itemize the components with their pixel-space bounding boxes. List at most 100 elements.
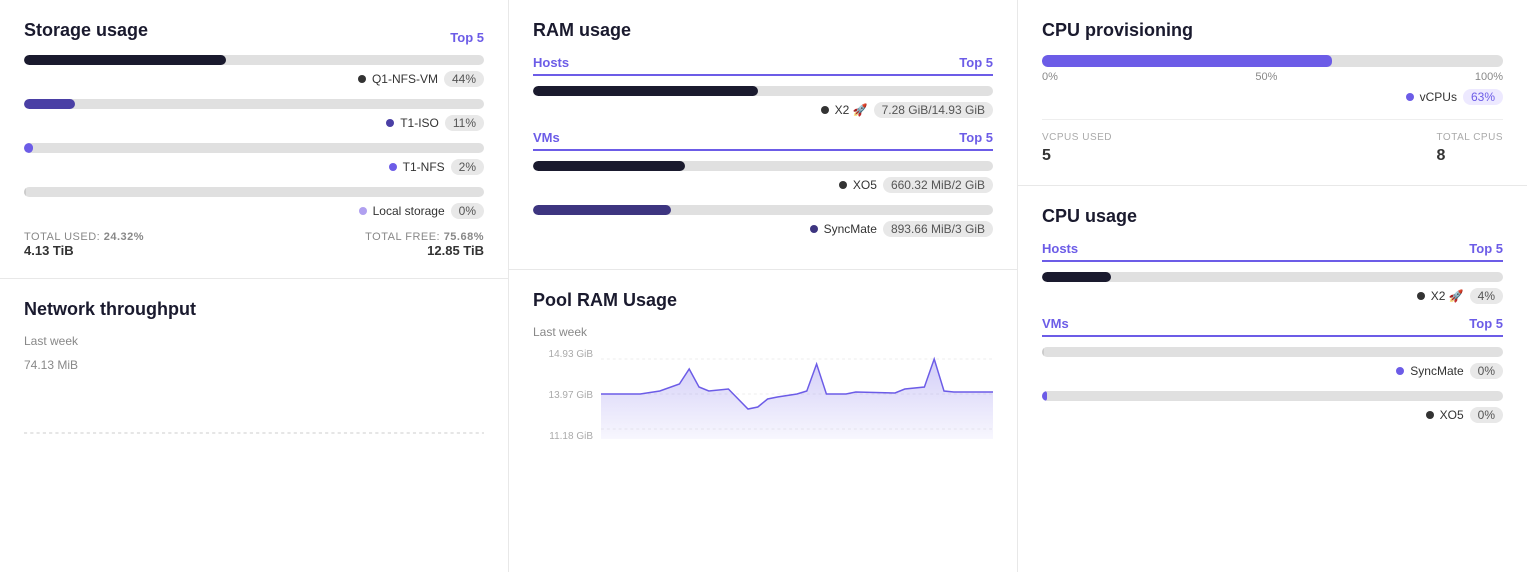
total-cpus-val: 8 (1437, 147, 1504, 165)
cpu-host-dot-1 (1417, 292, 1425, 300)
storage-bar-fill-1 (24, 55, 226, 65)
vcpu-dot (1406, 93, 1414, 101)
storage-label-4: Local storage 0% (24, 203, 484, 219)
storage-dot-3 (389, 163, 397, 171)
cpu-host-val-1: 4% (1470, 288, 1503, 304)
storage-label-1: Q1-NFS-VM 44% (24, 71, 484, 87)
cpu-prov-title: CPU provisioning (1042, 20, 1503, 41)
vcpus-used-stat: VCPUS USED 5 (1042, 132, 1112, 165)
ram-host-bar-1 (533, 86, 993, 96)
storage-label-2: T1-ISO 11% (24, 115, 484, 131)
ram-vm-name-1: XO5 (853, 178, 877, 192)
cpu-usage-panel: CPU usage Hosts Top 5 X2 🚀 4% VMs Top 5 (1018, 186, 1527, 572)
ram-vm-bar-2 (533, 205, 993, 215)
pool-ram-panel: Pool RAM Usage Last week 14.93 GiB 13.97… (509, 270, 1017, 572)
storage-bar-fill-4 (24, 187, 26, 197)
storage-dot-4 (359, 207, 367, 215)
storage-title: Storage usage (24, 20, 148, 41)
mid-column: RAM usage Hosts Top 5 X2 🚀 7.28 GiB/14.9… (509, 0, 1018, 572)
cpu-vm-val-1: 0% (1470, 363, 1503, 379)
vcpu-row: vCPUs 63% (1042, 89, 1503, 105)
cpu-prov-axis: 0% 50% 100% (1042, 71, 1503, 83)
ram-hosts-label: Hosts (533, 55, 569, 70)
storage-pct-2: 11% (445, 115, 484, 131)
ram-host-dot-1 (821, 106, 829, 114)
storage-name-1: Q1-NFS-VM (372, 72, 438, 86)
storage-bar-4 (24, 187, 484, 197)
ram-hosts-top[interactable]: Top 5 (959, 55, 993, 70)
cpu-prov-bar-fill (1042, 55, 1332, 67)
storage-name-2: T1-ISO (400, 116, 439, 130)
vcpus-used-val: 5 (1042, 147, 1112, 165)
ram-vm-val-2: 893.66 MiB/3 GiB (883, 221, 993, 237)
ram-vm-val-1: 660.32 MiB/2 GiB (883, 177, 993, 193)
ram-vm-dot-1 (839, 181, 847, 189)
ram-host-val-1: 7.28 GiB/14.93 GiB (874, 102, 993, 118)
ram-host-name-1: X2 🚀 (835, 103, 868, 117)
cpu-vms-label: VMs (1042, 316, 1069, 331)
right-column: CPU provisioning 0% 50% 100% vCPUs 63% V… (1018, 0, 1527, 572)
network-chart-svg (24, 378, 484, 438)
storage-bar-2 (24, 99, 484, 109)
ram-vm-dot-2 (810, 225, 818, 233)
cpu-vm-dot-2 (1426, 411, 1434, 419)
ram-title: RAM usage (533, 20, 993, 41)
cpu-vm-dot-1 (1396, 367, 1404, 375)
cpu-vms-top[interactable]: Top 5 (1469, 316, 1503, 331)
ram-vm-name-2: SyncMate (824, 222, 877, 236)
ram-vm-label-1: XO5 660.32 MiB/2 GiB (533, 177, 993, 193)
cpu-vm-name-1: SyncMate (1410, 364, 1463, 378)
cpu-hosts-label: Hosts (1042, 241, 1078, 256)
total-cpus-label: TOTAL CPUS (1437, 132, 1504, 143)
storage-panel: Storage usage Top 5 Q1-NFS-VM 44% T1-ISO… (0, 0, 508, 279)
storage-used-val: 4.13 TiB (24, 243, 144, 258)
ram-host-label-1: X2 🚀 7.28 GiB/14.93 GiB (533, 102, 993, 118)
cpu-prov-stats: VCPUS USED 5 TOTAL CPUS 8 (1042, 119, 1503, 165)
storage-pct-1: 44% (444, 71, 484, 87)
pool-chart-canvas (601, 349, 993, 442)
cpu-host-bar-1 (1042, 272, 1503, 282)
network-value: 74.13 MiB (24, 358, 484, 372)
storage-used-block: TOTAL USED: 24.32% 4.13 TiB (24, 231, 144, 258)
storage-free-pct: 75.68% (444, 231, 484, 243)
pool-chart-area: 14.93 GiB 13.97 GiB 11.18 GiB (533, 349, 993, 442)
storage-bar-3 (24, 143, 484, 153)
storage-bar-fill-3 (24, 143, 33, 153)
cpu-prov-bar (1042, 55, 1503, 67)
ram-vms-top[interactable]: Top 5 (959, 130, 993, 145)
left-column: Storage usage Top 5 Q1-NFS-VM 44% T1-ISO… (0, 0, 509, 572)
storage-top-link[interactable]: Top 5 (450, 30, 484, 45)
storage-free-val: 12.85 TiB (365, 243, 484, 258)
storage-used-label: TOTAL USED: 24.32% (24, 231, 144, 243)
cpu-hosts-top[interactable]: Top 5 (1469, 241, 1503, 256)
storage-label-3: T1-NFS 2% (24, 159, 484, 175)
vcpu-label: vCPUs (1420, 90, 1457, 104)
storage-pct-4: 0% (451, 203, 484, 219)
vcpus-used-label: VCPUS USED (1042, 132, 1112, 143)
cpu-vm-val-2: 0% (1470, 407, 1503, 423)
storage-name-3: T1-NFS (403, 160, 445, 174)
pool-ram-title: Pool RAM Usage (533, 290, 993, 311)
ram-vm-label-2: SyncMate 893.66 MiB/3 GiB (533, 221, 993, 237)
pool-chart-svg (601, 349, 993, 439)
storage-used-pct: 24.32% (104, 231, 144, 243)
cpu-vm-bar-1 (1042, 347, 1503, 357)
network-panel: Network throughput Last week 74.13 MiB (0, 279, 508, 572)
cpu-hosts-header: Hosts Top 5 (1042, 241, 1503, 262)
cpu-usage-title: CPU usage (1042, 206, 1503, 227)
cpu-vms-header: VMs Top 5 (1042, 316, 1503, 337)
total-cpus-stat: TOTAL CPUS 8 (1437, 132, 1504, 165)
vcpu-pct: 63% (1463, 89, 1503, 105)
cpu-vm-bar-2 (1042, 391, 1503, 401)
network-title: Network throughput (24, 299, 484, 320)
network-chart (24, 378, 484, 438)
storage-dot-1 (358, 75, 366, 83)
cpu-host-label-1: X2 🚀 4% (1042, 288, 1503, 304)
ram-panel: RAM usage Hosts Top 5 X2 🚀 7.28 GiB/14.9… (509, 0, 1017, 270)
pool-ram-subtitle: Last week (533, 325, 993, 339)
storage-pct-3: 2% (451, 159, 484, 175)
storage-dot-2 (386, 119, 394, 127)
ram-hosts-header: Hosts Top 5 (533, 55, 993, 76)
cpu-vm-label-2: XO5 0% (1042, 407, 1503, 423)
cpu-vm-label-1: SyncMate 0% (1042, 363, 1503, 379)
